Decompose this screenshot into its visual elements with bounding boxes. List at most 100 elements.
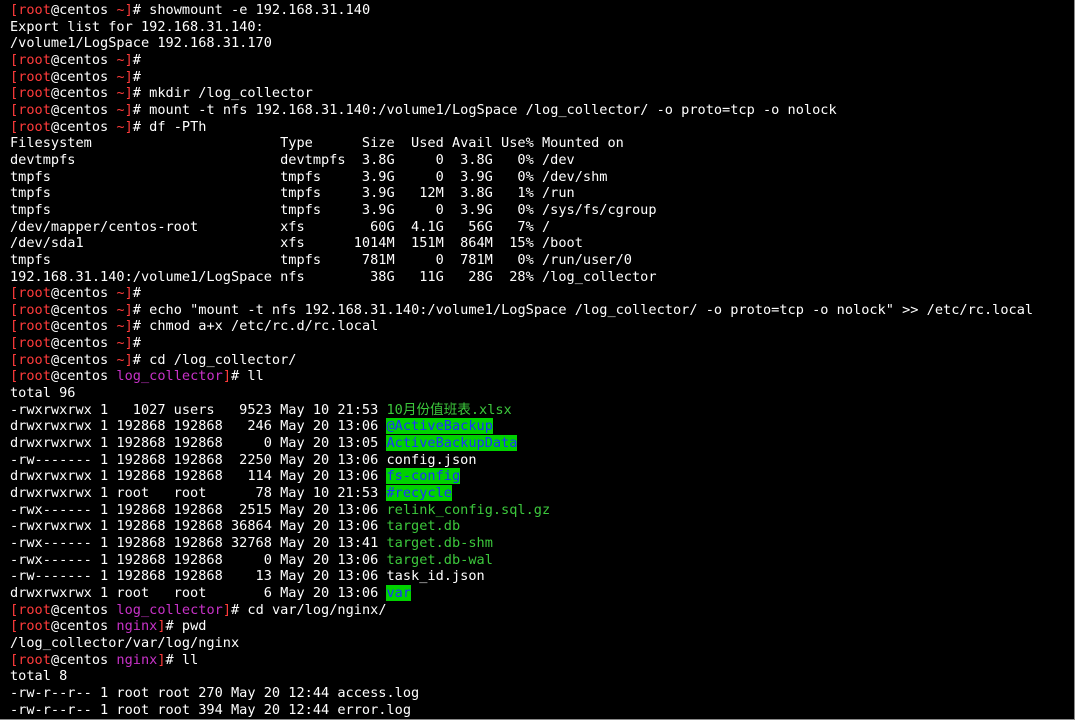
prompt-bracket: [: [10, 2, 19, 18]
prompt-symbol: #: [231, 601, 248, 618]
prompt-user: root: [18, 118, 51, 135]
file-listing-row: -rw------- 1 192868 192868 13 May 20 13:…: [10, 568, 1074, 585]
prompt-symbol: #: [132, 68, 150, 85]
prompt-host: centos: [59, 2, 109, 18]
prompt-bracket: [: [10, 651, 19, 668]
output-line: total 8: [10, 668, 68, 685]
file-listing-row: drwxrwxrwx 1 192868 192868 114 May 20 13…: [10, 468, 1074, 485]
prompt-symbol: #: [132, 51, 150, 68]
prompt-bracket: ]: [124, 301, 133, 318]
command-text: echo "mount -t nfs 192.168.31.140:/volum…: [149, 301, 1034, 318]
prompt-host: centos: [59, 101, 109, 118]
file-name: ActiveBackupData: [386, 435, 518, 452]
prompt-line: [root@centos nginx]# pwd: [10, 618, 1074, 635]
prompt-at: @: [50, 51, 60, 68]
prompt-symbol: #: [231, 368, 248, 385]
prompt-symbol: #: [165, 651, 182, 668]
command-text: pwd: [181, 618, 207, 635]
file-listing-row: -rw------- 1 192868 192868 2250 May 20 1…: [10, 452, 1074, 469]
file-listing-row: -rwx------ 1 192868 192868 0 May 20 13:0…: [10, 552, 1074, 569]
prompt-symbol: #: [132, 85, 150, 102]
prompt-dir: ~: [116, 51, 125, 68]
output-line: /dev/mapper/centos-root xfs 60G 4.1G 56G…: [10, 218, 551, 235]
command-text: mkdir /log_collector: [149, 85, 313, 102]
prompt-bracket: ]: [157, 618, 166, 635]
file-name: relink_config.sql.gz: [386, 501, 551, 518]
prompt-bracket: ]: [124, 2, 133, 18]
prompt-bracket: ]: [124, 285, 133, 302]
prompt-at: @: [50, 651, 60, 668]
prompt-user: root: [18, 651, 51, 668]
file-name: fs-config: [386, 468, 461, 485]
file-attributes: drwxrwxrwx 1 192868 192868 0 May 20 13:0…: [10, 435, 387, 452]
prompt-bracket: [: [10, 285, 19, 302]
prompt-line: [root@centos ~]# chmod a+x /etc/rc.d/rc.…: [10, 318, 1074, 335]
command-text: ll: [181, 651, 199, 668]
prompt-bracket: ]: [124, 68, 133, 85]
prompt-user: root: [18, 335, 51, 352]
prompt-dir: ~: [116, 2, 125, 18]
prompt-symbol: #: [132, 285, 150, 302]
output-line: -rw-r--r-- 1 root root 394 May 20 12:44 …: [10, 701, 412, 718]
prompt-bracket: [: [10, 318, 19, 335]
prompt-at: @: [50, 351, 60, 368]
file-listing-row: -rwx------ 1 192868 192868 32768 May 20 …: [10, 535, 1074, 552]
file-name: config.json: [386, 451, 477, 468]
prompt-bracket: [: [10, 301, 19, 318]
prompt-symbol: #: [132, 351, 150, 368]
prompt-at: @: [50, 301, 60, 318]
prompt-symbol: #: [132, 335, 150, 352]
prompt-at: @: [50, 101, 60, 118]
prompt-user: root: [18, 85, 51, 102]
terminal-output: [root@centos ~]# showmount -e 192.168.31…: [10, 2, 1074, 719]
terminal-window[interactable]: [root@centos ~]# showmount -e 192.168.31…: [0, 0, 1075, 720]
prompt-host: centos: [59, 335, 109, 352]
prompt-at: @: [50, 618, 60, 635]
file-listing-row: drwxrwxrwx 1 root root 6 May 20 13:06 va…: [10, 584, 1074, 602]
prompt-host: centos: [59, 68, 109, 85]
output-line: total 96: [10, 385, 76, 402]
prompt-bracket: [: [10, 51, 19, 68]
prompt-user: root: [18, 68, 51, 85]
prompt-bracket: [: [10, 335, 19, 352]
prompt-dir: log_collector: [116, 601, 223, 618]
prompt-dir: log_collector: [116, 368, 223, 385]
prompt-symbol: #: [132, 318, 150, 335]
prompt-at: @: [50, 335, 60, 352]
file-listing-row: drwxrwxrwx 1 192868 192868 0 May 20 13:0…: [10, 435, 1074, 452]
file-attributes: drwxrwxrwx 1 192868 192868 246 May 20 13…: [10, 418, 387, 435]
file-listing-row: drwxrwxrwx 1 root root 78 May 10 21:53 #…: [10, 485, 1074, 502]
prompt-line: [root@centos ~]# cd /log_collector/: [10, 352, 1074, 369]
prompt-bracket: ]: [222, 601, 232, 618]
prompt-host: centos: [59, 51, 109, 68]
prompt-at: @: [50, 68, 60, 85]
prompt-dir: nginx: [116, 618, 158, 635]
prompt-user: root: [18, 285, 51, 302]
prompt-line: [root@centos ~]# df -PTh: [10, 119, 1074, 136]
output-line: -rw-r--r-- 1 root root 270 May 20 12:44 …: [10, 684, 420, 701]
prompt-host: centos: [59, 651, 109, 668]
prompt-bracket: [: [10, 351, 19, 368]
prompt-host: centos: [59, 285, 109, 302]
prompt-dir: ~: [116, 85, 125, 102]
prompt-line: [root@centos ~]# mount -t nfs 192.168.31…: [10, 102, 1074, 119]
prompt-bracket: [: [10, 601, 19, 618]
prompt-user: root: [18, 101, 51, 118]
prompt-bracket: [: [10, 118, 19, 135]
prompt-bracket: ]: [124, 335, 133, 352]
output-line: Filesystem Type Size Used Avail Use% Mou…: [10, 135, 624, 152]
prompt-user: root: [18, 351, 51, 368]
prompt-bracket: [: [10, 85, 19, 102]
file-name: target.db-shm: [386, 535, 493, 551]
file-listing-row: -rwx------ 1 192868 192868 2515 May 20 1…: [10, 502, 1074, 519]
prompt-host: centos: [59, 351, 109, 368]
prompt-bracket: ]: [124, 51, 133, 68]
prompt-at: @: [50, 368, 60, 385]
command-text: showmount -e 192.168.31.140: [149, 2, 371, 18]
output-line: /log_collector/var/log/nginx: [10, 634, 240, 651]
prompt-user: root: [18, 618, 51, 635]
prompt-at: @: [50, 285, 60, 302]
prompt-dir: ~: [116, 118, 125, 135]
command-text: ll: [247, 368, 264, 385]
prompt-line: [root@centos log_collector]# ll: [10, 368, 1074, 385]
